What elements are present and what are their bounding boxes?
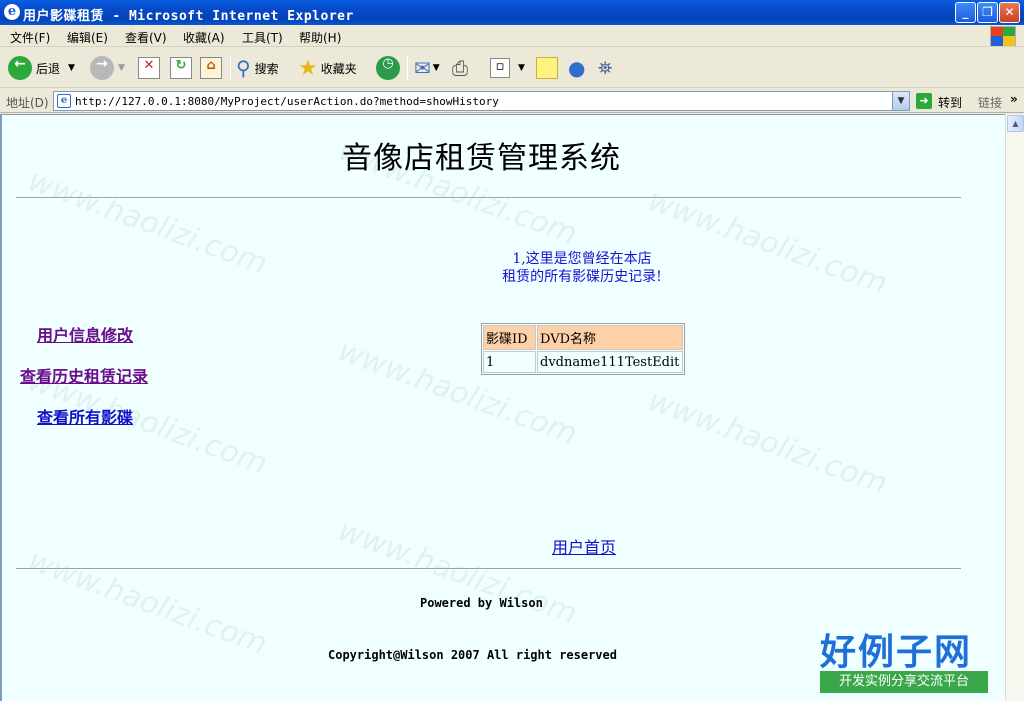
menu-bar: 文件(F) 编辑(E) 查看(V) 收藏(A) 工具(T) 帮助(H) [0,25,1024,47]
ie-logo-icon: e [4,4,20,20]
address-url[interactable]: http://127.0.0.1:8080/MyProject/userActi… [75,95,499,108]
messenger-button[interactable]: ● [568,54,585,82]
all-dvds-link[interactable]: 查看所有影碟 [37,404,133,428]
forward-dropdown-icon[interactable]: ▼ [118,63,125,73]
mail-dropdown-icon[interactable]: ▼ [433,63,440,73]
info-line: 1,这里是您曾经在本店 [512,251,652,267]
refresh-button[interactable]: ↻ [170,54,192,82]
print-button[interactable]: ⎙ [452,54,468,82]
favorites-button[interactable]: ★ 收藏夹 [298,54,357,82]
address-bar: 地址(D) e http://127.0.0.1:8080/MyProject/… [0,89,1024,113]
header-dvd-name: DVD名称 [537,325,683,350]
links-label[interactable]: 链接 [978,94,1002,111]
home-icon: ⌂ [200,57,222,79]
edit-user-info-link[interactable]: 用户信息修改 [37,322,133,346]
research-icon: ⛯ [598,57,613,79]
watermark-text: www.haolizi.com [643,383,892,502]
address-label: 地址(D) [6,96,49,110]
page-icon: e [57,94,71,108]
edit-page-icon: ▫ [490,58,510,78]
favorites-label: 收藏夹 [320,61,357,76]
search-icon: ⚲ [236,56,251,80]
back-arrow-icon: ← [8,56,32,80]
forward-button[interactable]: → ▼ [90,54,125,82]
minimize-button[interactable]: _ [955,2,976,23]
address-input[interactable]: e http://127.0.0.1:8080/MyProject/userAc… [53,91,910,111]
toolbar: ← 后退 ▼ → ▼ ✕ ↻ ⌂ ⚲ 搜索 ★ 收藏夹 ◷ ✉ ▼ ⎙ ▫ ▼ … [0,48,1024,88]
table-row: 1 dvdname111TestEdit [483,351,683,373]
stop-icon: ✕ [138,57,160,79]
rental-history-link[interactable]: 查看历史租赁记录 [20,363,148,387]
toolbar-separator [230,56,231,80]
watermark-text: www.haolizi.com [23,543,272,662]
user-home-link[interactable]: 用户首页 [552,534,616,558]
home-button[interactable]: ⌂ [200,54,222,82]
haolizi-logo: 好例子网 开发实例分享交流平台 [820,623,990,701]
title-bar: e 用户影碟租赁 - Microsoft Internet Explorer _… [0,0,1024,25]
table-header-row: 影碟ID DVD名称 [483,325,683,350]
menu-edit[interactable]: 编辑(E) [67,29,108,46]
history-clock-icon: ◷ [376,56,400,80]
star-icon: ★ [298,55,318,81]
back-label: 后退 [36,61,61,76]
scroll-up-icon[interactable]: ▲ [1007,115,1024,132]
mail-button[interactable]: ✉ ▼ [414,54,440,82]
logo-slogan: 开发实例分享交流平台 [820,671,988,693]
watermark-text: www.haolizi.com [23,163,272,282]
window-title: 用户影碟租赁 - Microsoft Internet Explorer [23,9,354,24]
watermark-text: www.haolizi.com [643,183,892,302]
menu-favorites[interactable]: 收藏(A) [183,29,225,46]
toolbar-separator [407,56,408,80]
vertical-scrollbar[interactable]: ▲ [1005,114,1024,701]
refresh-icon: ↻ [170,57,192,79]
cell-dvd-name: dvdname111TestEdit [537,351,683,373]
cell-dvd-id: 1 [483,351,536,373]
maximize-button[interactable]: ❐ [977,2,998,23]
history-button[interactable]: ◷ [376,54,400,82]
copyright-text: Copyright@Wilson 2007 All right reserved [328,648,617,662]
windows-logo-icon [990,26,1016,46]
chevron-right-icon[interactable]: » [1010,92,1018,106]
menu-view[interactable]: 查看(V) [125,29,167,46]
go-arrow-icon[interactable]: ➜ [916,93,932,109]
go-button[interactable]: 转到 [938,94,962,111]
back-dropdown-icon[interactable]: ▼ [68,63,75,73]
search-button[interactable]: ⚲ 搜索 [236,54,279,82]
top-divider [16,197,961,199]
page-title: 音像店租赁管理系统 [342,141,621,176]
stop-button[interactable]: ✕ [138,54,160,82]
mail-icon: ✉ [414,56,431,80]
search-label: 搜索 [254,61,279,76]
printer-icon: ⎙ [452,56,468,80]
page-content: www.haolizi.com www.haolizi.com www.haol… [0,114,1005,701]
address-dropdown-icon[interactable]: ▼ [892,92,909,110]
forward-arrow-icon: → [90,56,114,80]
edit-dropdown-icon[interactable]: ▼ [518,63,525,73]
header-dvd-id: 影碟ID [483,325,536,350]
menu-help[interactable]: 帮助(H) [299,29,341,46]
back-button[interactable]: ← 后退 ▼ [8,54,75,82]
research-button[interactable]: ⛯ [598,54,612,82]
browser-window: e 用户影碟租赁 - Microsoft Internet Explorer _… [0,0,1024,701]
history-table: 影碟ID DVD名称 1 dvdname111TestEdit [481,323,685,375]
history-info-text: 1,这里是您曾经在本店 租赁的所有影碟历史记录! [486,250,678,286]
note-icon [536,57,558,79]
note-button[interactable] [536,54,558,82]
powered-by-text: Powered by Wilson [420,596,543,610]
edit-button[interactable]: ▫ ▼ [490,54,525,82]
apple-icon: ● [568,56,586,80]
logo-brand: 好例子网 [820,631,973,673]
close-button[interactable]: ✕ [999,2,1020,23]
menu-tools[interactable]: 工具(T) [242,29,283,46]
info-line: 租赁的所有影碟历史记录! [502,269,662,285]
menu-file[interactable]: 文件(F) [10,29,50,46]
bottom-divider [16,568,961,570]
watermark-text: www.haolizi.com [333,513,582,632]
